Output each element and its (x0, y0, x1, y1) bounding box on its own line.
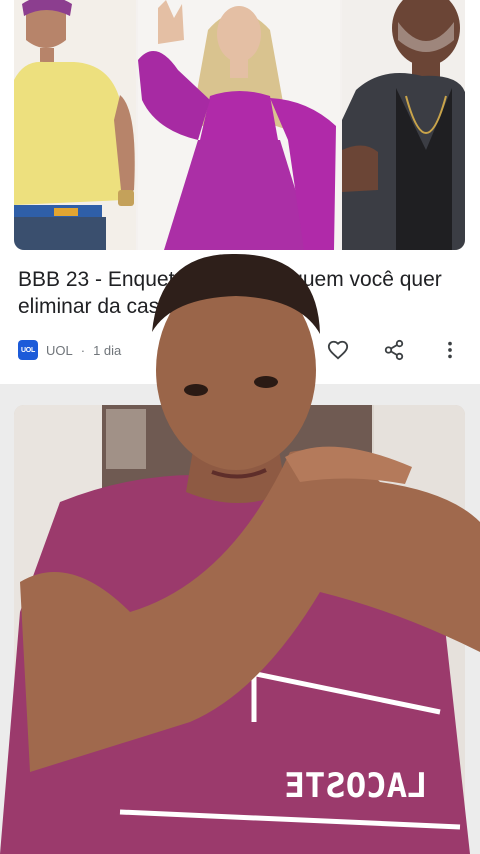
photo-person-purple-dress (138, 0, 340, 250)
photo-person-yellow-top (14, 0, 136, 250)
video-overlay-person: LACOSTE (0, 253, 480, 854)
article-thumbnail[interactable] (14, 0, 465, 250)
photo-person-dark-jacket (342, 0, 465, 250)
shirt-logo-text: LACOSTE (284, 766, 427, 806)
